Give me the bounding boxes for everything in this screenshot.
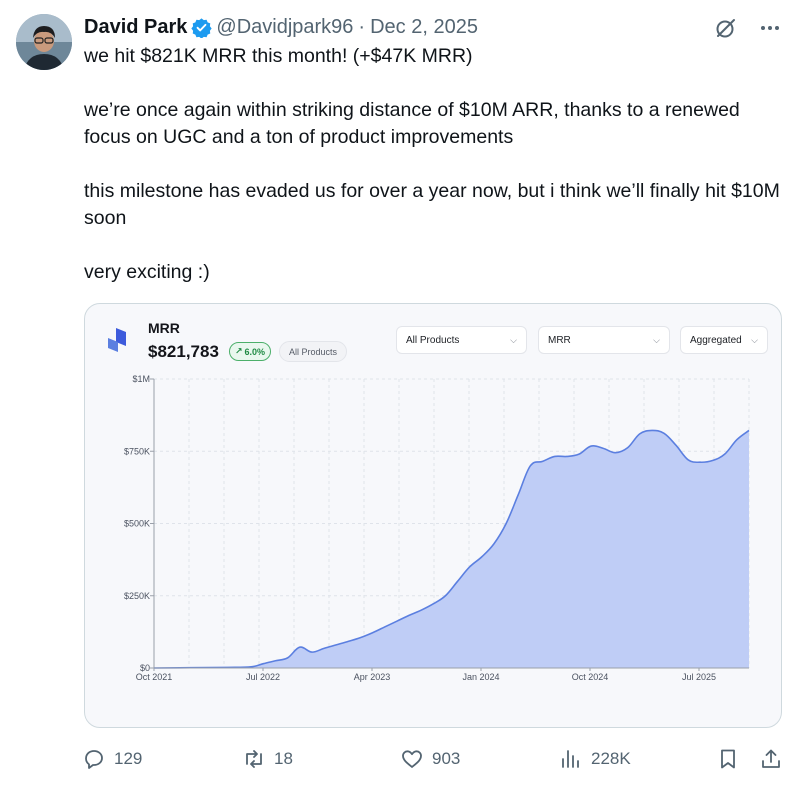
reply-count: 129	[114, 749, 143, 768]
tweet-paragraph: very exciting :)	[84, 261, 210, 283]
top-actions	[714, 16, 782, 40]
repost-button[interactable]: 18	[242, 744, 293, 774]
views-button[interactable]: 228K	[559, 744, 631, 774]
heart-icon	[402, 750, 422, 768]
engagement-bar: 129 18 903 228K	[82, 744, 786, 774]
tweet-paragraph: we hit $821K MRR this month! (+$47K MRR)	[84, 45, 473, 67]
bookmark-button[interactable]	[716, 744, 740, 774]
tweet-paragraph: this milestone has evaded us for over a …	[84, 180, 780, 229]
x-tick-label: Oct 2024	[572, 672, 609, 682]
repost-icon	[246, 750, 262, 768]
media-card[interactable]: MRR $821,783 ↗ 6.0% All Products All Pro…	[84, 303, 782, 728]
tweet-header: David Park @Davidjpark96 · Dec 2, 2025	[84, 14, 478, 40]
reply-button[interactable]: 129	[82, 744, 142, 774]
like-count: 903	[432, 749, 461, 768]
y-tick-label: $750K	[124, 446, 150, 456]
x-tick-label: Apr 2023	[354, 672, 391, 682]
views-chart-icon	[562, 750, 579, 768]
x-tick-label: Oct 2021	[136, 672, 173, 682]
more-options-icon[interactable]	[758, 16, 782, 40]
reply-icon	[85, 750, 103, 769]
bookmark-icon	[721, 749, 735, 769]
x-tick-label: Jan 2024	[462, 672, 499, 682]
x-tick-label: Jul 2022	[246, 672, 280, 682]
author-name[interactable]: David Park	[84, 16, 187, 39]
like-button[interactable]: 903	[400, 744, 460, 774]
verified-badge-icon	[191, 17, 213, 39]
x-tick-label: Jul 2025	[682, 672, 716, 682]
tweet-text: we hit $821K MRR this month! (+$47K MRR)…	[84, 43, 789, 313]
avatar-image	[16, 14, 72, 70]
y-tick-label: $500K	[124, 519, 150, 529]
y-tick-label: $1M	[132, 374, 150, 384]
author-handle[interactable]: @Davidjpark96	[216, 16, 353, 39]
tweet-paragraph: we’re once again within striking distanc…	[84, 99, 740, 148]
share-icon	[762, 749, 780, 768]
views-count: 228K	[591, 749, 631, 768]
y-tick-label: $250K	[124, 591, 150, 601]
post-date[interactable]: Dec 2, 2025	[370, 16, 478, 39]
mrr-area-fill	[154, 430, 749, 668]
share-button[interactable]	[759, 744, 783, 774]
grok-icon[interactable]	[714, 16, 738, 40]
repost-count: 18	[274, 749, 293, 768]
mrr-chart: $0$250K$500K$750K$1MOct 2021 Jul 2022 Apr …	[124, 374, 750, 682]
header-separator: ·	[358, 15, 366, 38]
avatar[interactable]	[16, 14, 72, 70]
